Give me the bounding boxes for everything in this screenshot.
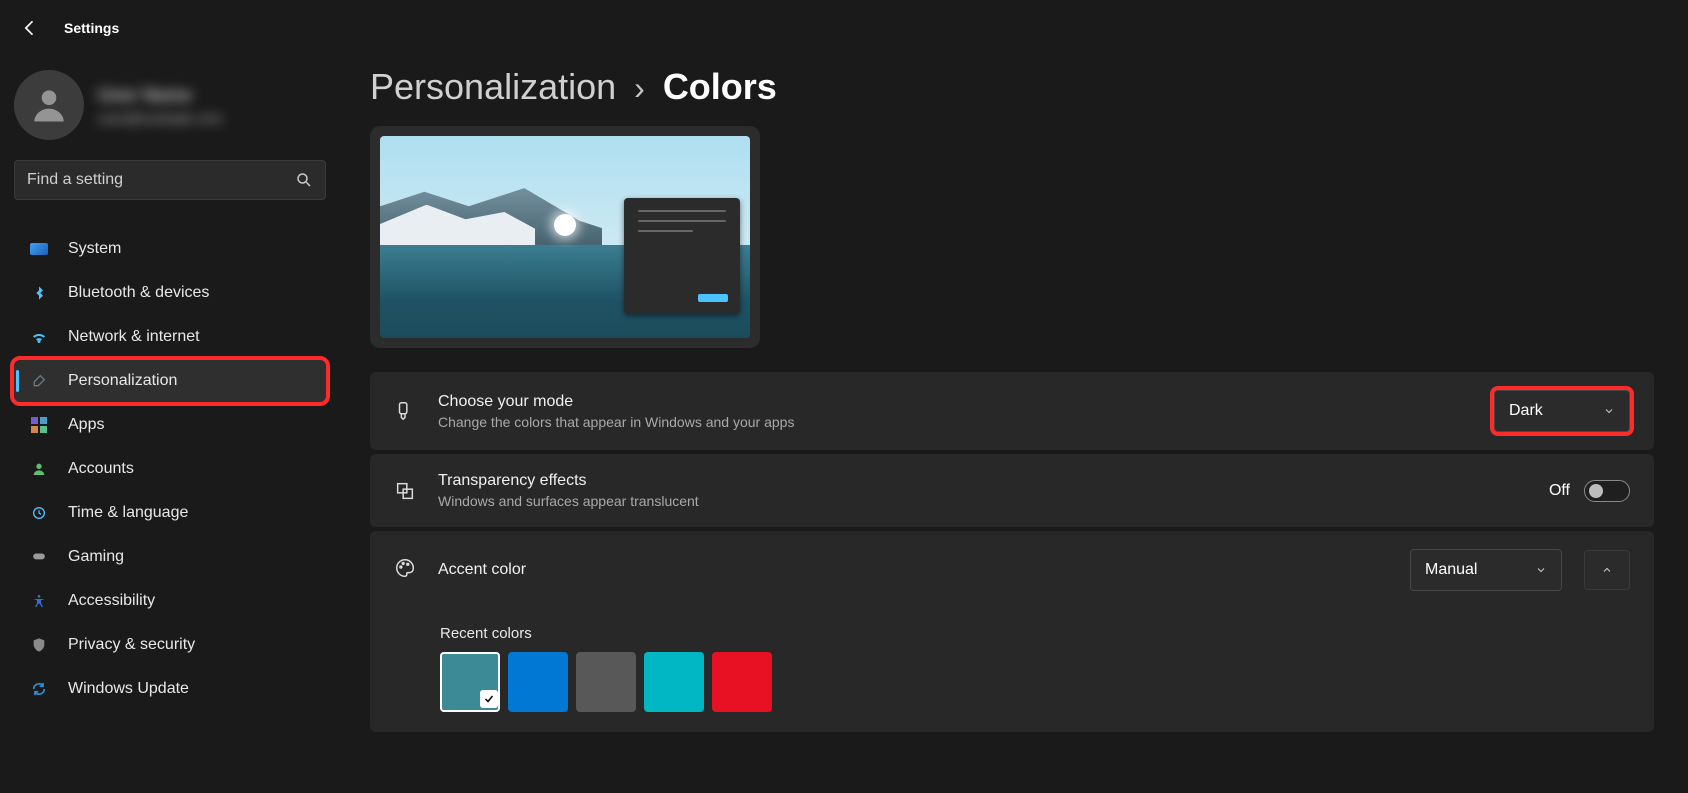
- search-box[interactable]: [14, 160, 326, 200]
- recent-colors-title: Recent colors: [440, 625, 1630, 642]
- color-swatch[interactable]: [508, 652, 568, 712]
- sidebar-item-label: Apps: [68, 416, 104, 434]
- check-icon: [480, 690, 498, 708]
- theme-preview-inner: [380, 136, 750, 338]
- accent-collapse-button[interactable]: [1584, 550, 1630, 590]
- accent-section: Accent color Manual Recent colors: [370, 531, 1654, 732]
- sidebar-item-system[interactable]: System: [14, 228, 326, 270]
- app-title: Settings: [64, 20, 119, 36]
- breadcrumb: Personalization › Colors: [370, 66, 1654, 108]
- sidebar-item-label: Accounts: [68, 460, 134, 478]
- setting-row-accent: Accent color Manual: [370, 531, 1654, 609]
- setting-accent-title: Accent color: [438, 561, 1388, 579]
- setting-transparency-text: Transparency effects Windows and surface…: [438, 472, 1527, 509]
- sidebar-item-label: Bluetooth & devices: [68, 284, 209, 302]
- avatar: [14, 70, 84, 140]
- sidebar-item-time[interactable]: Time & language: [14, 492, 326, 534]
- palette-icon: [394, 557, 416, 584]
- sidebar-item-bluetooth[interactable]: Bluetooth & devices: [14, 272, 326, 314]
- sidebar: User Name user@example.com System Bluetoo…: [0, 56, 340, 793]
- accessibility-icon: [30, 592, 48, 610]
- sidebar-item-update[interactable]: Windows Update: [14, 668, 326, 710]
- brush-icon: [394, 400, 416, 422]
- sidebar-item-label: Gaming: [68, 548, 124, 566]
- personalization-icon: [30, 372, 48, 390]
- setting-transparency-desc: Windows and surfaces appear translucent: [438, 493, 1527, 509]
- sidebar-item-accounts[interactable]: Accounts: [14, 448, 326, 490]
- system-icon: [30, 240, 48, 258]
- sidebar-item-label: Time & language: [68, 504, 188, 522]
- transparency-toggle-wrap: Off: [1549, 480, 1630, 502]
- search-input[interactable]: [27, 171, 295, 189]
- setting-mode-text: Choose your mode Change the colors that …: [438, 393, 1472, 430]
- sidebar-item-label: Personalization: [68, 372, 177, 390]
- breadcrumb-separator: ›: [634, 70, 645, 107]
- mode-select-value: Dark: [1509, 402, 1543, 420]
- accent-select-value: Manual: [1425, 561, 1477, 579]
- network-icon: [30, 328, 48, 346]
- main-content: Personalization › Colors: [370, 56, 1688, 793]
- chevron-down-icon: [1603, 405, 1615, 417]
- color-swatch[interactable]: [644, 652, 704, 712]
- user-name: User Name: [98, 85, 223, 106]
- transparency-icon: [394, 480, 416, 502]
- bluetooth-icon: [30, 284, 48, 302]
- transparency-toggle[interactable]: [1584, 480, 1630, 502]
- gaming-icon: [30, 548, 48, 566]
- setting-accent-text: Accent color: [438, 561, 1388, 579]
- nav-list: System Bluetooth & devices Network & inter…: [14, 228, 326, 710]
- sidebar-item-gaming[interactable]: Gaming: [14, 536, 326, 578]
- sidebar-item-personalization[interactable]: Personalization: [14, 360, 326, 402]
- update-icon: [30, 680, 48, 698]
- sidebar-item-privacy[interactable]: Privacy & security: [14, 624, 326, 666]
- color-swatch[interactable]: [576, 652, 636, 712]
- recent-colors-row: [440, 652, 1630, 712]
- sidebar-item-label: Windows Update: [68, 680, 189, 698]
- user-block[interactable]: User Name user@example.com: [14, 70, 326, 140]
- sidebar-item-label: System: [68, 240, 121, 258]
- color-swatch[interactable]: [712, 652, 772, 712]
- sidebar-item-accessibility[interactable]: Accessibility: [14, 580, 326, 622]
- setting-row-mode: Choose your mode Change the colors that …: [370, 372, 1654, 450]
- accent-select[interactable]: Manual: [1410, 549, 1562, 591]
- mode-select[interactable]: Dark: [1494, 390, 1630, 432]
- color-swatch[interactable]: [440, 652, 500, 712]
- theme-preview: [370, 126, 760, 348]
- back-button[interactable]: [16, 14, 44, 42]
- chevron-down-icon: [1535, 564, 1547, 576]
- window-preview: [624, 198, 740, 314]
- setting-mode-title: Choose your mode: [438, 393, 1472, 411]
- search-icon: [295, 171, 313, 189]
- sidebar-item-label: Accessibility: [68, 592, 155, 610]
- user-email: user@example.com: [98, 110, 223, 126]
- setting-mode-desc: Change the colors that appear in Windows…: [438, 414, 1472, 430]
- transparency-state-label: Off: [1549, 482, 1570, 500]
- breadcrumb-parent[interactable]: Personalization: [370, 66, 616, 108]
- person-icon: [27, 83, 71, 127]
- header-bar: Settings: [0, 0, 1688, 56]
- privacy-icon: [30, 636, 48, 654]
- setting-transparency-title: Transparency effects: [438, 472, 1527, 490]
- sidebar-item-label: Privacy & security: [68, 636, 195, 654]
- sidebar-item-label: Network & internet: [68, 328, 200, 346]
- sidebar-item-network[interactable]: Network & internet: [14, 316, 326, 358]
- time-icon: [30, 504, 48, 522]
- setting-row-transparency: Transparency effects Windows and surface…: [370, 454, 1654, 527]
- breadcrumb-current: Colors: [663, 66, 777, 108]
- chevron-up-icon: [1601, 564, 1613, 576]
- back-arrow-icon: [20, 18, 40, 38]
- user-info: User Name user@example.com: [98, 85, 223, 126]
- recent-colors-section: Recent colors: [370, 609, 1654, 712]
- accounts-icon: [30, 460, 48, 478]
- sidebar-item-apps[interactable]: Apps: [14, 404, 326, 446]
- apps-icon: [30, 416, 48, 434]
